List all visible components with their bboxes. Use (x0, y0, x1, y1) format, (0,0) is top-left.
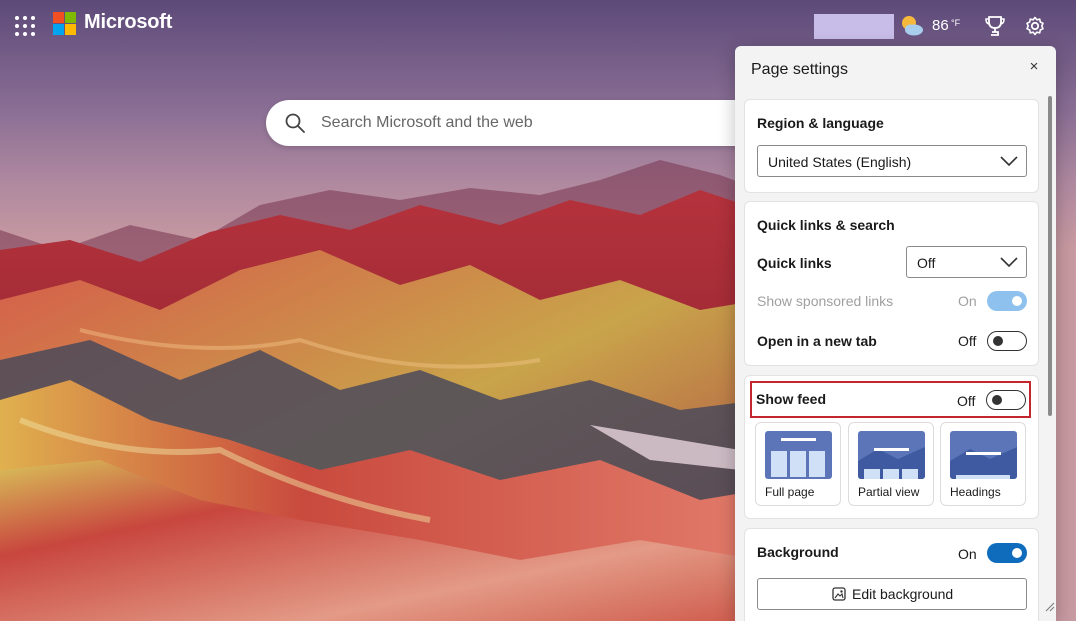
layout-option-partial-view[interactable]: Partial view (848, 422, 934, 506)
open-new-tab-label: Open in a new tab (757, 333, 877, 349)
app-launcher-icon[interactable] (14, 15, 36, 37)
quick-links-label: Quick links (757, 255, 832, 271)
open-new-tab-toggle[interactable] (987, 331, 1027, 351)
layout-option-full-page[interactable]: Full page (755, 422, 841, 506)
region-language-title: Region & language (757, 115, 884, 131)
layout-option-headings[interactable]: Headings (940, 422, 1026, 506)
sponsored-links-state: On (958, 293, 977, 309)
background-toggle[interactable] (987, 543, 1027, 563)
quick-links-value: Off (917, 255, 936, 271)
weather-icon (902, 16, 923, 36)
full-page-layout-thumbnail (765, 431, 832, 479)
edit-background-label: Edit background (852, 586, 954, 602)
background-label: Background (757, 544, 839, 560)
search-bar[interactable] (266, 100, 766, 146)
chevron-down-icon (1000, 257, 1018, 268)
region-language-card: Region & language United States (English… (744, 99, 1039, 193)
chevron-down-icon (1000, 156, 1018, 167)
close-icon[interactable]: × (1025, 58, 1043, 76)
microsoft-logo[interactable] (53, 12, 77, 36)
top-bar: Microsoft 86 °F (0, 0, 1076, 50)
headings-label: Headings (950, 485, 1001, 499)
partial-view-label: Partial view (858, 485, 920, 499)
weather-unit: °F (951, 18, 961, 28)
page-settings-panel: Page settings × Region & language United… (735, 46, 1056, 621)
image-edit-icon (832, 587, 846, 601)
resize-handle-icon[interactable] (1045, 602, 1055, 612)
quick-links-select[interactable]: Off (906, 246, 1027, 278)
show-feed-highlight (750, 381, 1031, 418)
background-card: Background On Edit background (744, 528, 1039, 621)
partial-view-layout-thumbnail (858, 431, 925, 479)
settings-gear-icon[interactable] (1023, 14, 1047, 38)
panel-scrollbar[interactable] (1048, 96, 1052, 416)
headings-layout-thumbnail (950, 431, 1017, 479)
panel-title: Page settings (751, 61, 848, 78)
weather-widget[interactable]: 86 °F (898, 12, 968, 40)
background-state: On (958, 546, 977, 562)
brand-name[interactable]: Microsoft (84, 11, 172, 34)
open-new-tab-state: Off (958, 333, 977, 349)
full-page-label: Full page (765, 485, 815, 499)
user-account-box[interactable] (814, 14, 894, 39)
sponsored-links-label: Show sponsored links (757, 293, 894, 309)
region-language-value: United States (English) (768, 154, 912, 170)
search-icon (285, 113, 305, 133)
search-input[interactable] (321, 111, 741, 135)
quick-links-search-title: Quick links & search (757, 217, 895, 233)
edit-background-button[interactable]: Edit background (757, 578, 1027, 610)
quick-links-search-card: Quick links & search Quick links Off Sho… (744, 201, 1039, 366)
weather-temperature: 86 (932, 17, 949, 34)
region-language-select[interactable]: United States (English) (757, 145, 1027, 177)
sponsored-links-toggle (987, 291, 1027, 311)
rewards-trophy-icon[interactable] (983, 14, 1007, 38)
